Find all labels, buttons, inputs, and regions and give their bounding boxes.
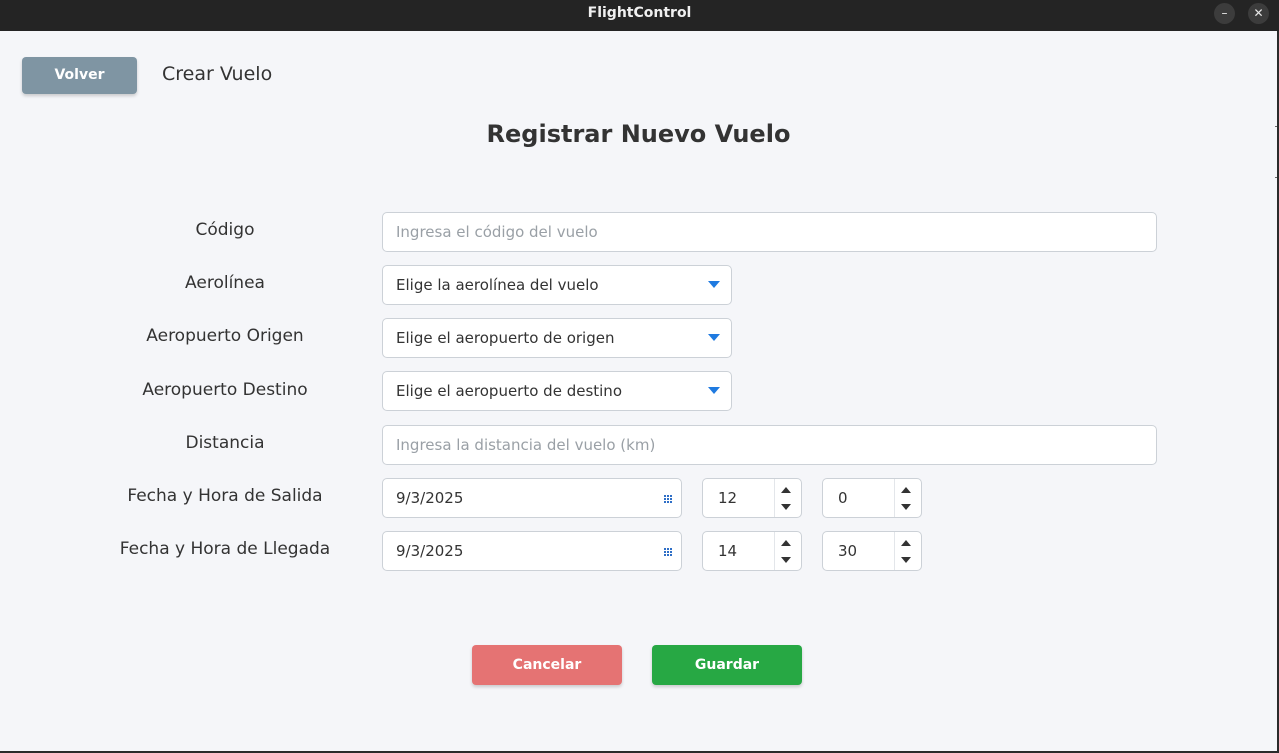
edge-mark — [1275, 177, 1277, 178]
window-titlebar: FlightControl – ✕ — [0, 0, 1279, 31]
destino-selected: Elige el aeropuerto de destino — [396, 382, 622, 400]
calendar-icon[interactable] — [663, 494, 672, 503]
chevron-down-icon — [708, 334, 720, 341]
edge-mark — [1275, 126, 1277, 127]
spinner-divider — [774, 532, 775, 570]
page-title: Crear Vuelo — [162, 63, 273, 85]
increment-icon[interactable] — [781, 540, 791, 546]
form-title: Registrar Nuevo Vuelo — [486, 120, 791, 148]
save-button[interactable]: Guardar — [652, 645, 802, 685]
llegada-date-picker[interactable]: 9/3/2025 — [382, 531, 682, 571]
salida-hour-value: 12 — [718, 489, 738, 507]
distancia-input[interactable]: Ingresa la distancia del vuelo (km) — [382, 425, 1157, 465]
cancel-button[interactable]: Cancelar — [472, 645, 622, 685]
llegada-hour-value: 14 — [718, 542, 738, 560]
window-title: FlightControl — [587, 5, 692, 21]
llegada-minute-value: 30 — [838, 542, 858, 560]
llegada-minute-spinner[interactable]: 30 — [822, 531, 922, 571]
decrement-icon[interactable] — [901, 504, 911, 510]
salida-date-picker[interactable]: 9/3/2025 — [382, 478, 682, 518]
increment-icon[interactable] — [781, 487, 791, 493]
salida-minute-spinner[interactable]: 0 — [822, 478, 922, 518]
close-icon[interactable]: ✕ — [1248, 3, 1269, 24]
decrement-icon[interactable] — [781, 504, 791, 510]
spinner-divider — [774, 479, 775, 517]
distancia-placeholder: Ingresa la distancia del vuelo (km) — [396, 436, 656, 454]
decrement-icon[interactable] — [901, 557, 911, 563]
codigo-placeholder: Ingresa el código del vuelo — [396, 223, 598, 241]
aerolinea-select[interactable]: Elige la aerolínea del vuelo — [382, 265, 732, 305]
origen-select[interactable]: Elige el aeropuerto de origen — [382, 318, 732, 358]
main-content: Volver Crear Vuelo Registrar Nuevo Vuelo… — [0, 31, 1277, 751]
llegada-hour-spinner[interactable]: 14 — [702, 531, 802, 571]
chevron-down-icon — [708, 387, 720, 394]
chevron-down-icon — [708, 281, 720, 288]
salida-hour-spinner[interactable]: 12 — [702, 478, 802, 518]
llegada-date-value: 9/3/2025 — [396, 542, 464, 560]
salida-date-value: 9/3/2025 — [396, 489, 464, 507]
minimize-icon[interactable]: – — [1214, 3, 1235, 24]
calendar-icon[interactable] — [663, 547, 672, 556]
spinner-divider — [894, 479, 895, 517]
codigo-input[interactable]: Ingresa el código del vuelo — [382, 212, 1157, 252]
increment-icon[interactable] — [901, 487, 911, 493]
aerolinea-selected: Elige la aerolínea del vuelo — [396, 276, 599, 294]
back-button[interactable]: Volver — [22, 57, 137, 94]
decrement-icon[interactable] — [781, 557, 791, 563]
increment-icon[interactable] — [901, 540, 911, 546]
destino-select[interactable]: Elige el aeropuerto de destino — [382, 371, 732, 411]
spinner-divider — [894, 532, 895, 570]
origen-selected: Elige el aeropuerto de origen — [396, 329, 615, 347]
salida-minute-value: 0 — [838, 489, 848, 507]
